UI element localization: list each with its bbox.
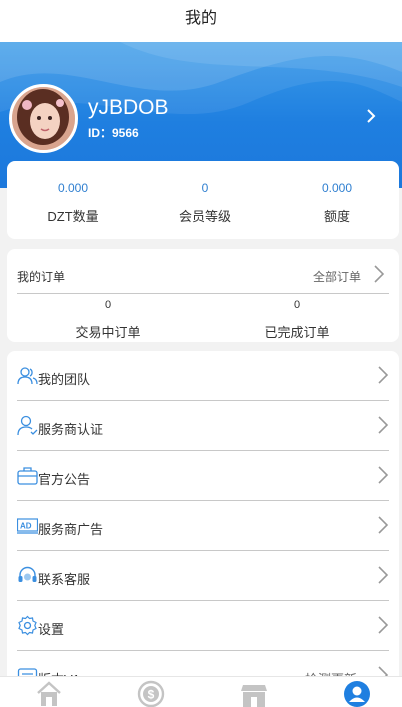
avatar-image	[12, 87, 75, 150]
bottom-tab-bar: $	[0, 676, 402, 707]
stat-value: 0.000	[57, 181, 89, 195]
chevron-right-icon	[378, 566, 389, 584]
chevron-right-icon	[378, 516, 389, 534]
orders-in-progress[interactable]: 0 交易中订单	[10, 299, 206, 341]
home-icon[interactable]	[35, 680, 63, 707]
chevron-right-icon	[378, 466, 389, 484]
order-label: 已完成订单	[264, 325, 330, 340]
shop-icon[interactable]	[240, 680, 268, 707]
menu-item-team[interactable]: 我的团队	[17, 351, 389, 401]
chevron-right-icon	[378, 366, 389, 384]
menu-item-label: 我的团队	[38, 372, 91, 387]
order-count: 0	[104, 299, 112, 311]
orders-title: 我的订单	[17, 270, 66, 284]
user-verify-icon	[17, 415, 38, 436]
gear-icon	[18, 615, 37, 636]
chevron-right-icon	[378, 616, 389, 634]
dollar-icon[interactable]: $	[137, 680, 165, 707]
briefcase-icon	[17, 467, 38, 485]
ad-icon: AD	[17, 518, 38, 534]
top-bar: 我的	[0, 0, 402, 42]
menu-item-label: 服务商认证	[38, 422, 104, 437]
username: yJBDOB	[88, 96, 169, 119]
menu-list: 我的团队 服务商认证 官方公告 AD 服务商广告 联系客服 设置	[7, 351, 399, 691]
orders-card: 我的订单 全部订单 0 交易中订单 0 已完成订单	[7, 249, 399, 342]
stat-value: 0.000	[321, 181, 353, 195]
account-stats-card: 0.000 DZT数量 0 会员等级 0.000 额度	[7, 161, 399, 239]
menu-item-label: 联系客服	[38, 572, 91, 587]
menu-item-label: 设置	[38, 622, 65, 637]
menu-item-provider-ads[interactable]: AD 服务商广告	[17, 501, 389, 551]
headset-icon	[18, 566, 37, 582]
page-title: 我的	[184, 10, 217, 27]
menu-item-label: 官方公告	[38, 472, 91, 487]
stat-dzt[interactable]: 0.000 DZT数量	[8, 161, 138, 225]
stat-label: 额度	[323, 209, 350, 224]
chevron-right-icon[interactable]	[366, 108, 376, 124]
svg-text:$: $	[148, 688, 155, 702]
team-icon	[17, 367, 38, 385]
stat-label: DZT数量	[47, 209, 99, 224]
order-label: 交易中订单	[75, 325, 141, 340]
svg-text:AD: AD	[20, 522, 32, 531]
menu-item-announcements[interactable]: 官方公告	[17, 451, 389, 501]
chevron-right-icon	[378, 416, 389, 434]
stat-label: 会员等级	[178, 209, 231, 224]
stat-member-level[interactable]: 0 会员等级	[140, 161, 270, 225]
orders-completed[interactable]: 0 已完成订单	[199, 299, 395, 341]
menu-item-label: 服务商广告	[38, 522, 104, 537]
divider	[17, 293, 389, 294]
stat-quota[interactable]: 0.000 额度	[272, 161, 402, 225]
menu-item-settings[interactable]: 设置	[17, 601, 389, 651]
all-orders-link[interactable]: 全部订单	[313, 268, 361, 285]
avatar[interactable]	[9, 84, 78, 153]
order-count: 0	[293, 299, 301, 311]
user-id: ID：9566	[88, 126, 139, 140]
profile-icon[interactable]	[343, 680, 371, 707]
stat-value: 0	[201, 181, 209, 195]
chevron-right-icon[interactable]	[373, 264, 385, 284]
menu-item-provider-verify[interactable]: 服务商认证	[17, 401, 389, 451]
menu-item-customer-service[interactable]: 联系客服	[17, 551, 389, 601]
